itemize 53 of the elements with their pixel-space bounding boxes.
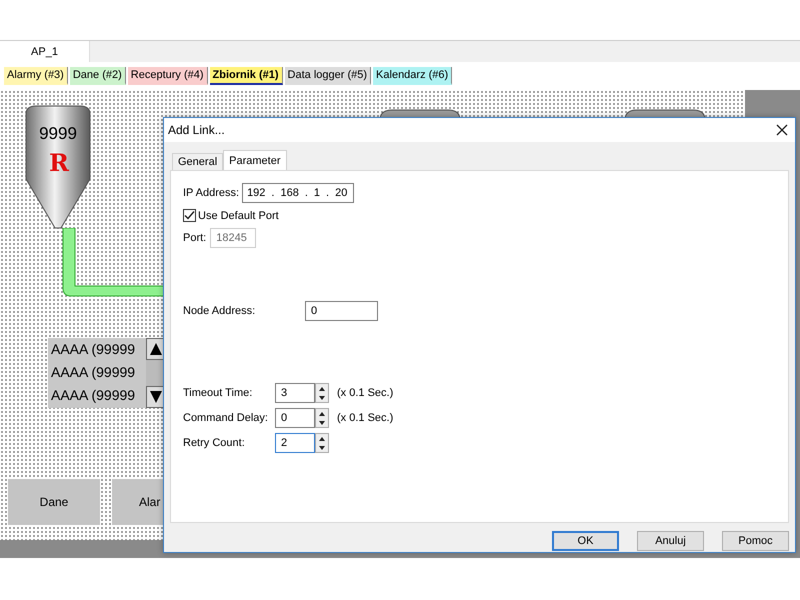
- spinner-control[interactable]: [315, 433, 329, 453]
- spinner-control[interactable]: [315, 408, 329, 428]
- up-arrow-icon: [319, 412, 325, 416]
- screen-tab[interactable]: Kalendarz (#6): [373, 67, 452, 85]
- down-arrow-icon: [319, 446, 325, 450]
- dialog-tab[interactable]: General: [172, 153, 224, 170]
- list-item[interactable]: AAAA (99999: [48, 338, 146, 361]
- screen-tab[interactable]: Data logger (#5): [284, 67, 372, 85]
- ip-octet: 192: [247, 187, 266, 199]
- ip-separator: .: [326, 187, 330, 199]
- ip-octet: 168: [280, 187, 299, 199]
- dialog-button[interactable]: Pomoc: [722, 531, 789, 551]
- document-tab[interactable]: AP_1: [0, 41, 90, 62]
- ip-separator: .: [304, 187, 308, 199]
- ip-octet: 1: [314, 187, 320, 199]
- down-arrow-icon: [319, 396, 325, 400]
- spinner-label: Retry Count:: [183, 437, 246, 449]
- tank-letter: R: [48, 148, 70, 177]
- unit-label: (x 0.1 Sec.): [337, 387, 394, 399]
- screen-tab[interactable]: Alarmy (#3): [4, 67, 68, 85]
- dialog-button[interactable]: OK: [552, 531, 619, 551]
- up-arrow-icon: [319, 436, 325, 440]
- screen-tab[interactable]: Zbiornik (#1): [210, 67, 283, 85]
- node-address-field[interactable]: 0: [305, 301, 378, 321]
- node-address-label: Node Address:: [183, 305, 256, 317]
- ip-address-field[interactable]: 192 . 168 . 1 . 20: [242, 183, 354, 203]
- ip-separator: .: [271, 187, 274, 199]
- close-button[interactable]: [775, 123, 789, 137]
- down-arrow-icon: [319, 420, 325, 424]
- unit-label: (x 0.1 Sec.): [337, 412, 394, 424]
- screen-button[interactable]: Dane: [8, 479, 100, 525]
- spinner-field[interactable]: 3: [275, 383, 315, 403]
- tank-value: 9999: [38, 124, 78, 144]
- checkbox[interactable]: [183, 209, 196, 222]
- list-item[interactable]: AAAA (99999: [48, 361, 146, 384]
- screen-tab[interactable]: Dane (#2): [70, 67, 126, 85]
- ip-address-label: IP Address:: [183, 187, 240, 199]
- up-arrow-icon: [319, 386, 325, 390]
- checkbox-label: Use Default Port: [198, 210, 279, 222]
- spinner-field[interactable]: 0: [275, 408, 315, 428]
- port-label: Port:: [183, 232, 206, 244]
- spinner-field[interactable]: 2: [275, 433, 315, 453]
- up-arrow-icon: [150, 343, 162, 355]
- dialog-button[interactable]: Anuluj: [637, 531, 704, 551]
- spinner-control[interactable]: [315, 383, 329, 403]
- screen-tab[interactable]: Receptury (#4): [128, 67, 208, 85]
- spinner-label: Command Delay:: [183, 412, 269, 424]
- down-arrow-icon: [150, 391, 162, 403]
- dialog-tab[interactable]: Parameter: [223, 150, 286, 170]
- dialog-title: Add Link...: [168, 123, 225, 137]
- ip-octet: 20: [335, 187, 348, 199]
- list-item[interactable]: AAAA (99999: [48, 384, 146, 407]
- spinner-label: Timeout Time:: [183, 387, 254, 399]
